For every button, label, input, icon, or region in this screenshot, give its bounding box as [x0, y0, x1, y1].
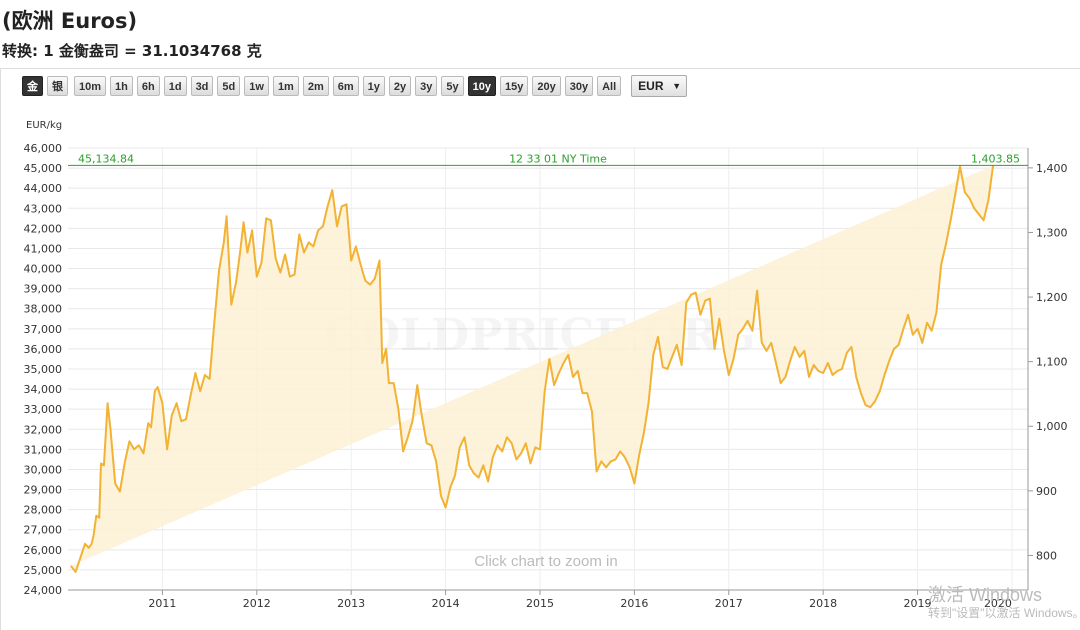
y-tick-label: 30,000 — [24, 463, 63, 476]
y-tick-label: 32,000 — [24, 423, 63, 436]
y-right-tick-label: 1,400 — [1036, 162, 1068, 175]
price-chart[interactable]: GOLDPRICE.ORG 45,134.84 12 33 01 NY Time… — [0, 0, 1080, 629]
x-tick-label: 2013 — [337, 597, 365, 610]
y-tick-label: 29,000 — [24, 484, 63, 497]
current-price-left-label: 45,134.84 — [78, 152, 134, 165]
y-tick-label: 28,000 — [24, 504, 63, 517]
y-tick-label: 41,000 — [24, 242, 63, 255]
x-tick-label: 2015 — [526, 597, 554, 610]
y-tick-label: 38,000 — [24, 303, 63, 316]
y-tick-label: 35,000 — [24, 363, 63, 376]
y-tick-label: 45,000 — [24, 162, 63, 175]
y-tick-label: 26,000 — [24, 544, 63, 557]
y-tick-label: 36,000 — [24, 343, 63, 356]
x-ticks: 2011 2012 2013 2014 2015 2016 2017 2018 2019 2020 — [148, 597, 1012, 610]
y-right-tick-label: 1,200 — [1036, 291, 1068, 304]
y-tick-label: 27,000 — [24, 524, 63, 537]
y-right-tick-label: 1,100 — [1036, 356, 1068, 369]
y-tick-label: 37,000 — [24, 323, 63, 336]
y-tick-label: 34,000 — [24, 383, 63, 396]
y-tick-label: 24,000 — [24, 584, 63, 597]
x-tick-label: 2014 — [432, 597, 460, 610]
y-tick-label: 33,000 — [24, 403, 63, 416]
x-tick-label: 2011 — [148, 597, 176, 610]
y-axis-unit-label: EUR/kg — [26, 120, 62, 131]
x-tick-label: 2017 — [715, 597, 743, 610]
watermark: GOLDPRICE.ORG — [324, 310, 756, 361]
y-tick-label: 40,000 — [24, 263, 63, 276]
x-tick-label: 2018 — [809, 597, 837, 610]
y-tick-label: 43,000 — [24, 202, 63, 215]
y-right-tick-label: 900 — [1036, 485, 1057, 498]
x-tick-label: 2012 — [243, 597, 271, 610]
x-tick-label: 2016 — [620, 597, 648, 610]
y-tick-label: 42,000 — [24, 222, 63, 235]
y-right-tick-label: 1,300 — [1036, 226, 1068, 239]
y-tick-label: 44,000 — [24, 182, 63, 195]
y-right-tick-label: 800 — [1036, 549, 1057, 562]
y-left-ticks: 24,000 25,000 26,000 27,000 28,000 29,000 30,0… — [24, 142, 63, 597]
y-right-ticks: 800 900 1,000 1,100 1,200 1,300 1,400 — [1028, 162, 1068, 562]
zoom-hint: Click chart to zoom in — [474, 553, 617, 570]
os-activation-hint: 转到"设置"以激活 Windows。 — [928, 606, 1080, 620]
y-tick-label: 31,000 — [24, 443, 63, 456]
current-time-label: 12 33 01 NY Time — [509, 152, 607, 165]
y-tick-label: 39,000 — [24, 283, 63, 296]
y-tick-label: 46,000 — [24, 142, 63, 155]
current-price-right-label: 1,403.85 — [971, 152, 1020, 165]
y-tick-label: 25,000 — [24, 564, 63, 577]
y-right-tick-label: 1,000 — [1036, 420, 1068, 433]
